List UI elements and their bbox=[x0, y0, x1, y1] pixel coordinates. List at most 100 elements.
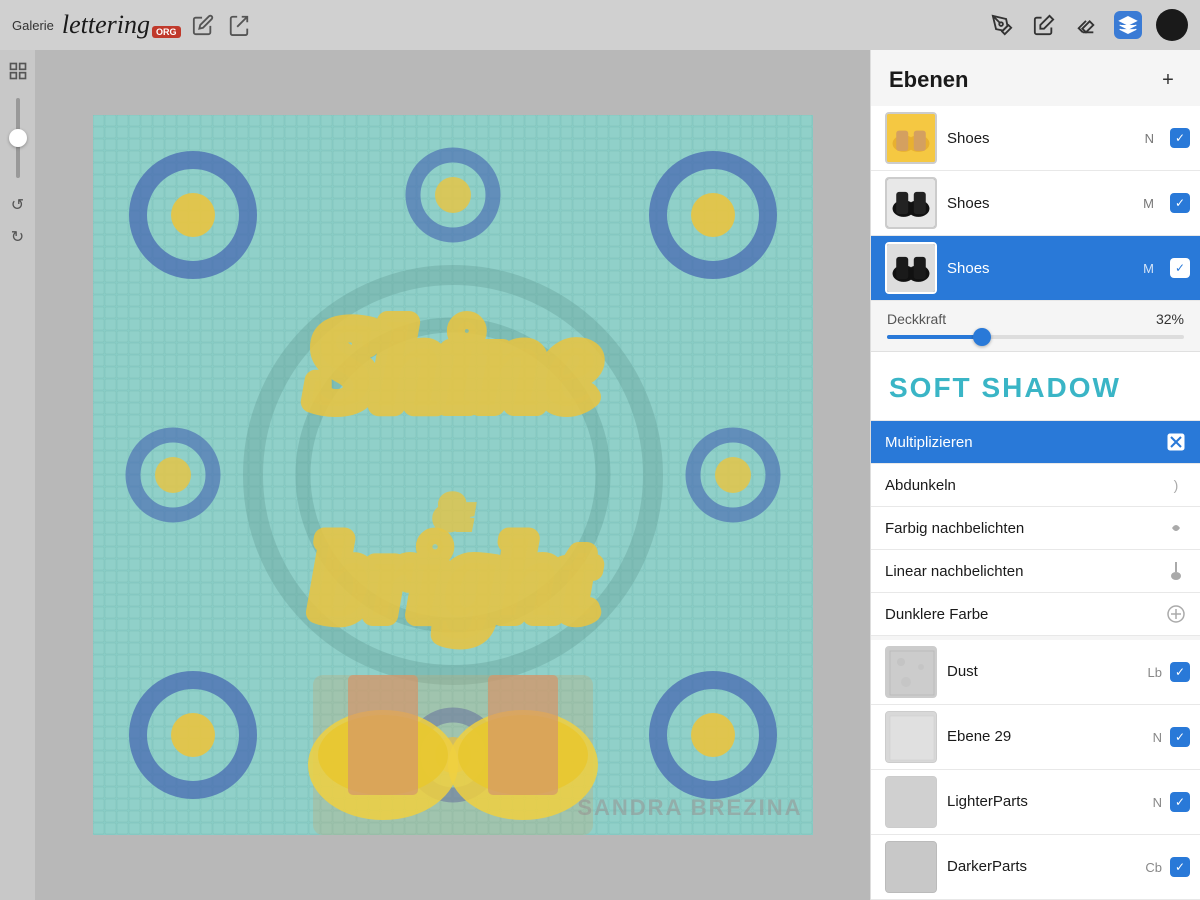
lower-layer-info-darkerparts: DarkerParts bbox=[947, 858, 1135, 876]
lower-layer-check-lighterparts[interactable]: ✓ bbox=[1170, 792, 1190, 812]
undo-button[interactable]: ↺ bbox=[5, 192, 31, 218]
blend-mode-icon-4 bbox=[1166, 561, 1186, 581]
lower-layer-info-ebene29: Ebene 29 bbox=[947, 728, 1143, 746]
opacity-value: 32% bbox=[1156, 311, 1184, 327]
add-layer-button[interactable]: + bbox=[1154, 66, 1182, 94]
blend-mode-dunklere[interactable]: Dunklere Farbe bbox=[871, 593, 1200, 636]
toolbar: Galerie lettering ORG bbox=[0, 0, 1200, 50]
opacity-slider[interactable] bbox=[887, 335, 1184, 339]
main-area: ↺ ↻ bbox=[0, 50, 1200, 900]
lower-layer-right-lighterparts: N ✓ bbox=[1153, 792, 1190, 812]
pencil-tool-icon[interactable] bbox=[988, 11, 1016, 39]
blend-mode-multiplizieren[interactable]: Multiplizieren bbox=[871, 421, 1200, 464]
layers-title: Ebenen bbox=[889, 67, 968, 93]
blend-mode-abdunkeln[interactable]: Abdunkeln ) bbox=[871, 464, 1200, 507]
layer-check-3[interactable]: ✓ bbox=[1170, 258, 1190, 278]
lower-layer-thumb-lighterparts bbox=[885, 776, 937, 828]
layer-mode-2: M bbox=[1143, 196, 1154, 211]
lower-layer-thumb-dust bbox=[885, 646, 937, 698]
blend-mode-icon-1 bbox=[1166, 432, 1186, 452]
layers-tool-icon[interactable] bbox=[1114, 11, 1142, 39]
toolbar-left: Galerie lettering ORG bbox=[12, 11, 253, 39]
lower-layer-check-ebene29[interactable]: ✓ bbox=[1170, 727, 1190, 747]
watermark: Sandra Brezina bbox=[577, 795, 802, 821]
opacity-section: Deckkraft 32% bbox=[871, 301, 1200, 352]
sidebar-transform-tool[interactable] bbox=[5, 58, 31, 84]
lower-layer-name-lighterparts: LighterParts bbox=[947, 793, 1028, 810]
layer-mode-3: M bbox=[1143, 261, 1154, 276]
lower-layer-darkerparts[interactable]: DarkerParts Cb ✓ bbox=[871, 835, 1200, 900]
layer-check-1[interactable]: ✓ bbox=[1170, 128, 1190, 148]
opacity-slider-fill bbox=[887, 335, 982, 339]
lower-layer-lighterparts[interactable]: LighterParts N ✓ bbox=[871, 770, 1200, 835]
layer-info-2: Shoes bbox=[947, 195, 1133, 212]
layer-name-1: Shoes bbox=[947, 130, 1135, 147]
blend-mode-icon-5 bbox=[1166, 604, 1186, 624]
lower-layer-dust[interactable]: Dust Lb ✓ bbox=[871, 640, 1200, 705]
brush-size-slider[interactable] bbox=[16, 98, 20, 178]
canvas[interactable]: Shine Shine & bright bright bbox=[93, 115, 813, 835]
layer-info-3: Shoes bbox=[947, 260, 1133, 277]
layer-item-shoes-2[interactable]: Shoes M ✓ bbox=[871, 171, 1200, 236]
opacity-slider-thumb[interactable] bbox=[973, 328, 991, 346]
layer-name-2: Shoes bbox=[947, 195, 1133, 212]
layer-thumbnail-3 bbox=[885, 242, 937, 294]
brush-size-thumb[interactable] bbox=[9, 129, 27, 147]
lower-layer-ebene29[interactable]: Ebene 29 N ✓ bbox=[871, 705, 1200, 770]
soft-shadow-section: SOFT SHADOW bbox=[871, 352, 1200, 421]
redo-button[interactable]: ↻ bbox=[5, 224, 31, 250]
lower-layer-mode-dust: Lb bbox=[1148, 665, 1162, 680]
lower-layer-check-darkerparts[interactable]: ✓ bbox=[1170, 857, 1190, 877]
org-badge: ORG bbox=[152, 26, 181, 38]
lower-layer-mode-darkerparts: Cb bbox=[1145, 860, 1162, 875]
canvas-area: Shine Shine & bright bright bbox=[35, 50, 870, 900]
blend-mode-name-4: Linear nachbelichten bbox=[885, 563, 1023, 580]
layer-name-3: Shoes bbox=[947, 260, 1133, 277]
share-icon[interactable] bbox=[225, 11, 253, 39]
blend-mode-name-5: Dunklere Farbe bbox=[885, 606, 988, 623]
blend-modes-section: Multiplizieren Abdunkeln ) Farbig nachbe… bbox=[871, 421, 1200, 640]
layers-panel: Ebenen + Shoes N ✓ bbox=[870, 50, 1200, 900]
lower-layer-name-darkerparts: DarkerParts bbox=[947, 858, 1027, 875]
layer-right-2: M ✓ bbox=[1143, 193, 1190, 213]
lower-layer-thumb-ebene29 bbox=[885, 711, 937, 763]
lower-layer-name-ebene29: Ebene 29 bbox=[947, 728, 1011, 745]
layer-mode-1: N bbox=[1145, 131, 1154, 146]
lower-layer-mode-ebene29: N bbox=[1153, 730, 1162, 745]
layer-check-2[interactable]: ✓ bbox=[1170, 193, 1190, 213]
toolbar-right bbox=[988, 9, 1188, 41]
gallery-link[interactable]: Galerie bbox=[12, 18, 54, 33]
opacity-row: Deckkraft 32% bbox=[887, 311, 1184, 327]
lower-layer-right-ebene29: N ✓ bbox=[1153, 727, 1190, 747]
lower-layer-right-dust: Lb ✓ bbox=[1148, 662, 1190, 682]
lower-layer-info-dust: Dust bbox=[947, 663, 1138, 681]
lower-layer-check-dust[interactable]: ✓ bbox=[1170, 662, 1190, 682]
mosaic-artwork: Shine Shine & bright bright bbox=[93, 115, 813, 835]
pen-tool-icon[interactable] bbox=[1030, 11, 1058, 39]
modify-icon[interactable] bbox=[189, 11, 217, 39]
lower-layer-name-dust: Dust bbox=[947, 663, 978, 680]
eraser-tool-icon[interactable] bbox=[1072, 11, 1100, 39]
lower-layers: Dust Lb ✓ Ebene 29 bbox=[871, 640, 1200, 900]
soft-shadow-title: SOFT SHADOW bbox=[889, 372, 1121, 403]
layer-info-1: Shoes bbox=[947, 130, 1135, 147]
blend-mode-farbig[interactable]: Farbig nachbelichten bbox=[871, 507, 1200, 550]
lower-layer-thumb-darkerparts bbox=[885, 841, 937, 893]
blend-mode-icon-3 bbox=[1166, 518, 1186, 538]
layer-thumbnail-1 bbox=[885, 112, 937, 164]
layer-item-shoes-3[interactable]: Shoes M ✓ bbox=[871, 236, 1200, 301]
color-picker[interactable] bbox=[1156, 9, 1188, 41]
lower-layer-info-lighterparts: LighterParts bbox=[947, 793, 1143, 811]
blend-mode-name-3: Farbig nachbelichten bbox=[885, 520, 1024, 537]
layer-thumbnail-2 bbox=[885, 177, 937, 229]
blend-mode-linear[interactable]: Linear nachbelichten bbox=[871, 550, 1200, 593]
blend-mode-name-1: Multiplizieren bbox=[885, 434, 973, 451]
lower-layer-mode-lighterparts: N bbox=[1153, 795, 1162, 810]
layer-item-shoes-1[interactable]: Shoes N ✓ bbox=[871, 106, 1200, 171]
left-sidebar: ↺ ↻ bbox=[0, 50, 35, 900]
layer-right-1: N ✓ bbox=[1145, 128, 1190, 148]
blend-mode-name-2: Abdunkeln bbox=[885, 477, 956, 494]
opacity-label: Deckkraft bbox=[887, 311, 946, 327]
layers-header: Ebenen + bbox=[871, 50, 1200, 106]
blend-mode-icon-2: ) bbox=[1166, 475, 1186, 495]
